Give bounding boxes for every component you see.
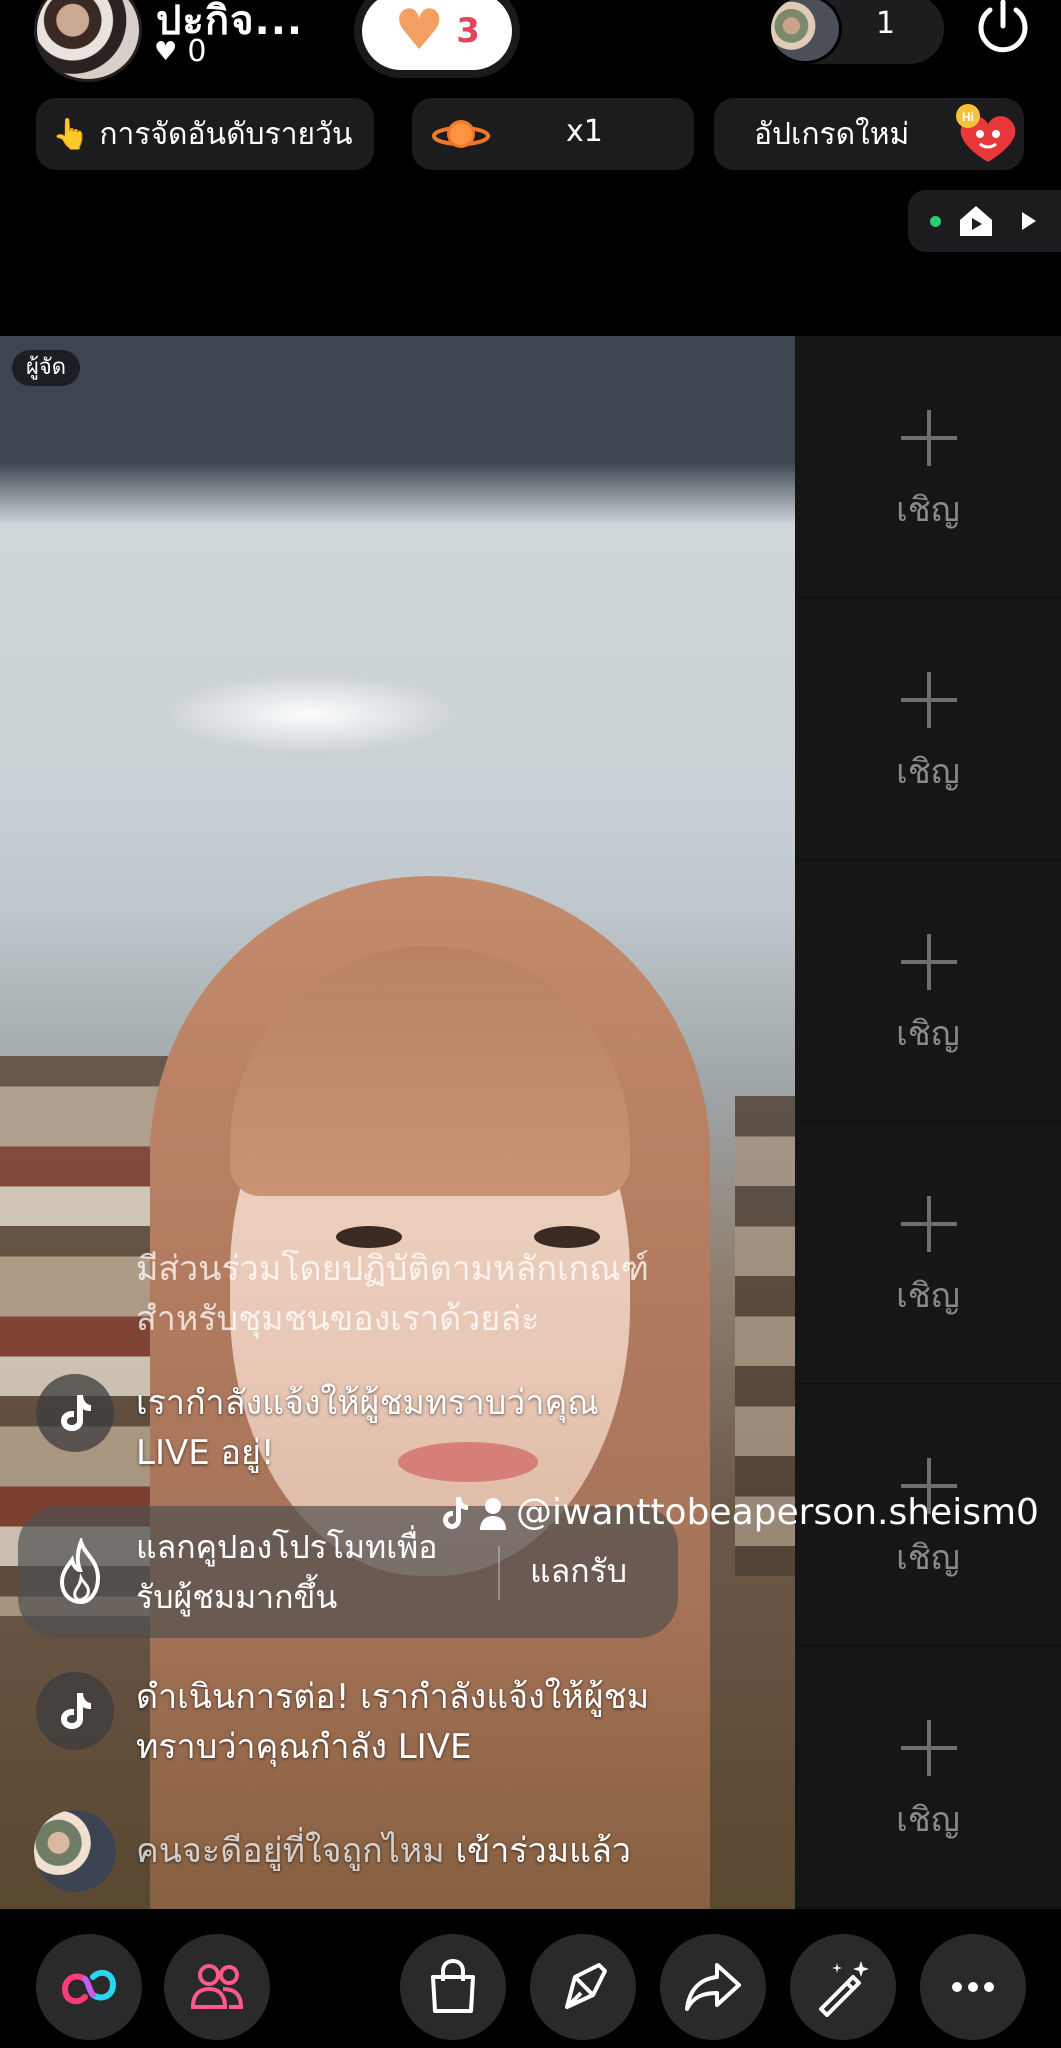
chat-line: ทราบว่าคุณกำลัง LIVE [136, 1727, 472, 1767]
more-icon [952, 1982, 994, 1992]
chat-message: เรากำลังแจ้งให้ผู้ชมทราบว่าคุณ LIVE อยู่… [136, 1378, 599, 1478]
shop-icon [431, 1958, 475, 2013]
invite-slot[interactable]: เชิญ [795, 336, 1061, 598]
joined-user-name[interactable]: คนจะดีอยู่ที่ใจถูกไหม [136, 1831, 445, 1871]
heart-icon: ♥ [394, 0, 445, 63]
finger-icon: 👆 [52, 116, 90, 152]
play-icon [1022, 212, 1036, 230]
chat-line: เรากำลังแจ้งให้ผู้ชมทราบว่าคุณ [136, 1383, 599, 1423]
share-button[interactable] [660, 1934, 766, 2040]
upgrade-badge-text: Hi [962, 110, 974, 124]
planet-icon [432, 120, 490, 148]
invite-label: เชิญ [896, 1014, 960, 1054]
host-likes-count: 0 [187, 34, 207, 69]
invite-label: เชิญ [896, 752, 960, 792]
invite-slot[interactable]: เชิญ [795, 860, 1061, 1122]
flame-icon [59, 1538, 101, 1605]
upgrade-badge-icon: Hi [956, 104, 1016, 162]
multi-guest-button[interactable] [36, 1934, 142, 2040]
host-likes: ♥ 0 [154, 34, 206, 69]
role-badge: ผู้จัด [12, 350, 81, 386]
gift-multiplier-button[interactable]: x1 [412, 98, 694, 170]
viewer-count: 1 [876, 6, 896, 41]
enhance-button[interactable] [790, 1934, 896, 2040]
invite-label: เชิญ [896, 490, 960, 530]
upgrade-label: อัปเกรดใหม่ [754, 116, 910, 152]
shop-button[interactable] [400, 1934, 506, 2040]
follow-button[interactable]: ♥ 3 [362, 0, 512, 70]
chat-line: LIVE อยู่! [136, 1433, 275, 1473]
host-eye-right [534, 1226, 600, 1248]
host-eye-left [336, 1226, 402, 1248]
plus-icon [901, 934, 957, 990]
coupon-line: แลกคูปองโปรโมทเพื่อ [136, 1528, 438, 1566]
guests-icon [190, 1964, 244, 2009]
effects-button[interactable] [530, 1934, 636, 2040]
more-button[interactable] [920, 1934, 1026, 2040]
handle-text: @iwanttobeaperson.sheism0 [516, 1492, 1039, 1533]
viewer-avatar [768, 0, 842, 64]
chat-message-faded: มีส่วนร่วมโดยปฏิบัติตามหลักเกณฑ์ สำหรับช… [136, 1249, 649, 1344]
link-icon [61, 1969, 117, 2005]
chat-faded-line: มีส่วนร่วมโดยปฏิบัติตามหลักเกณฑ์ [136, 1249, 649, 1289]
chat-faded-line: สำหรับชุมชนของเราด้วยล่ะ [136, 1299, 540, 1339]
power-icon[interactable] [970, 0, 1036, 60]
plus-icon [901, 1720, 957, 1776]
invite-label: เชิญ [896, 1800, 960, 1840]
tiktok-icon [443, 1496, 468, 1529]
coupon-text: แลกคูปองโปรโมทเพื่อ รับผู้ชมมากขึ้น [136, 1522, 437, 1622]
daily-ranking-button[interactable]: 👆 การจัดอันดับรายวัน [36, 98, 374, 170]
invite-slot[interactable]: เชิญ [795, 1122, 1061, 1384]
upgrade-button[interactable]: อัปเกรดใหม่ Hi [714, 98, 1024, 170]
tiktok-icon [36, 1672, 114, 1750]
invite-slot[interactable]: เชิญ [795, 1646, 1061, 1908]
explore-live-button[interactable] [908, 190, 1061, 252]
share-icon [685, 1963, 741, 2011]
plus-icon [901, 410, 957, 466]
ranking-label: การจัดอันดับรายวัน [99, 116, 353, 152]
home-icon [960, 206, 992, 236]
heart-icon: ♥ [154, 36, 178, 67]
watermark-handle: @iwanttobeaperson.sheism0 [440, 1492, 1039, 1533]
divider [498, 1546, 500, 1600]
redeem-button[interactable]: แลกรับ [530, 1546, 627, 1597]
invite-slot[interactable]: เชิญ [795, 598, 1061, 860]
guest-invite-column: เชิญ เชิญ เชิญ เชิญ เชิญ เชิญ [795, 336, 1061, 1909]
follow-count: 3 [456, 11, 480, 51]
gift-multiplier: x1 [566, 114, 603, 149]
magic-wand-icon [819, 1961, 869, 2017]
join-message: คนจะดีอยู่ที่ใจถูกไหม เข้าร่วมแล้ว [136, 1826, 631, 1876]
host-avatar[interactable] [34, 0, 142, 82]
live-indicator [930, 216, 941, 227]
plus-icon [901, 672, 957, 728]
effects-icon [565, 1963, 607, 2009]
joined-suffix: เข้าร่วมแล้ว [455, 1831, 631, 1871]
coupon-line: รับผู้ชมมากขึ้น [136, 1578, 338, 1616]
chat-message: ดำเนินการต่อ! เรากำลังแจ้งให้ผู้ชม ทราบว… [136, 1672, 649, 1772]
invite-label: เชิญ [896, 1538, 960, 1578]
invite-label: เชิญ [896, 1276, 960, 1316]
chat-line: ดำเนินการต่อ! เรากำลังแจ้งให้ผู้ชม [136, 1677, 650, 1717]
viewer-list-button[interactable]: 1 [768, 0, 944, 64]
plus-icon [901, 1196, 957, 1252]
tiktok-icon [36, 1374, 114, 1452]
joined-user-avatar[interactable] [34, 1810, 116, 1892]
guests-button[interactable] [164, 1934, 270, 2040]
person-icon [480, 1497, 506, 1530]
